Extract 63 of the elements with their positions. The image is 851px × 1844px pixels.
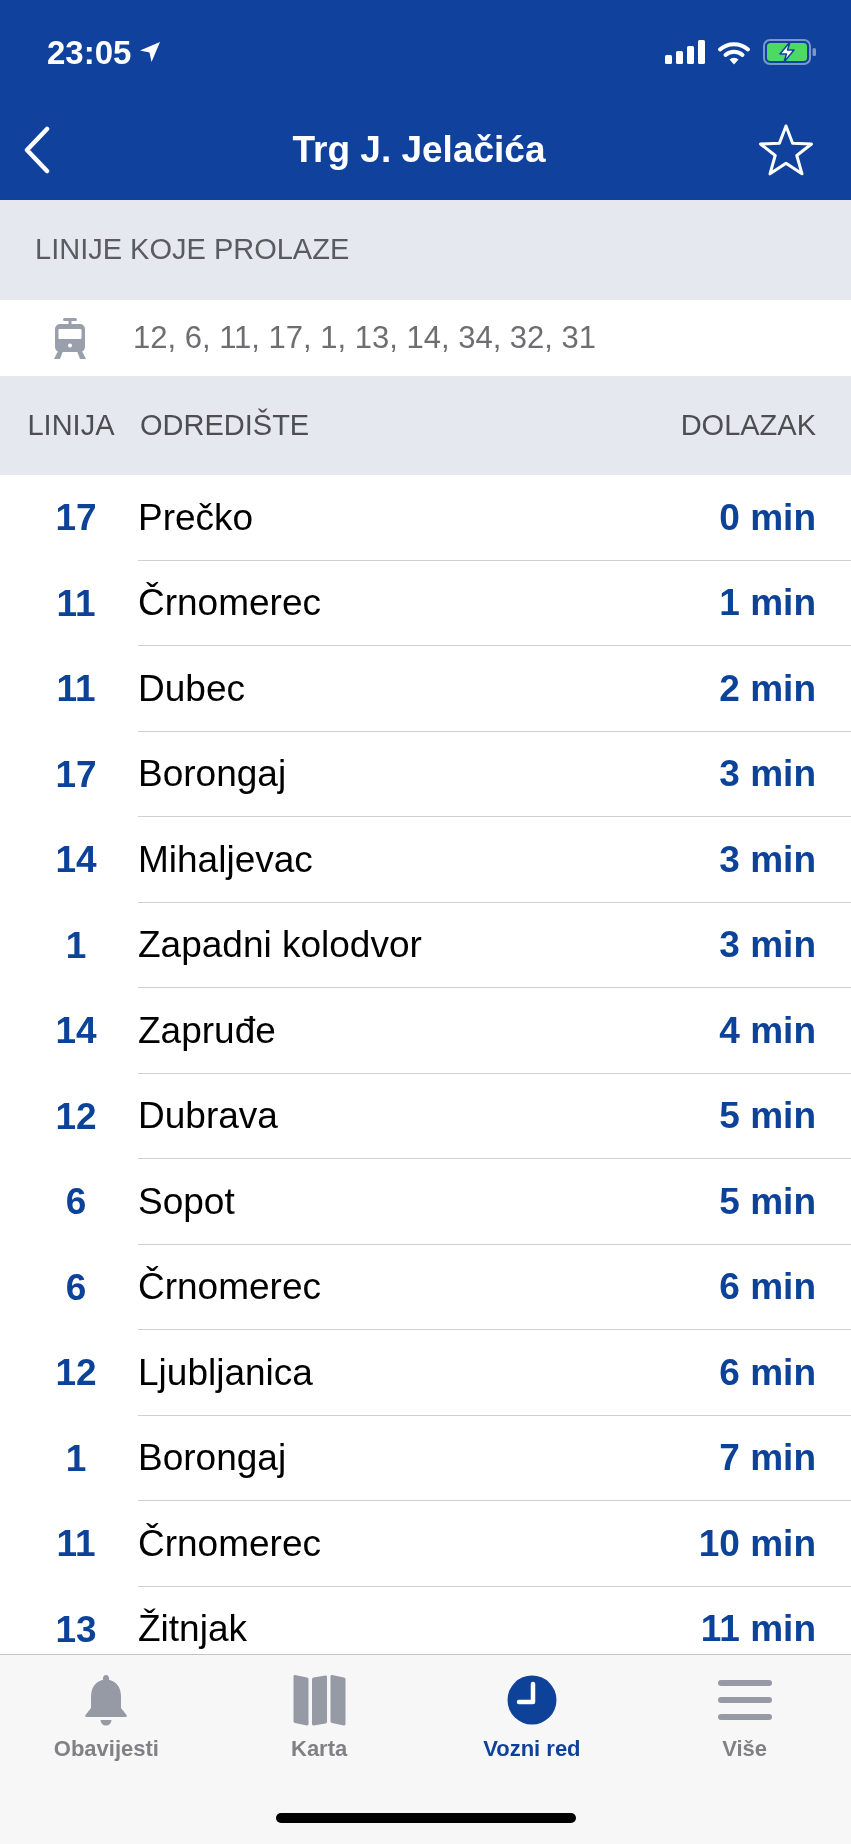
tab[interactable]: Karta <box>285 1655 354 1762</box>
menu-icon <box>717 1680 772 1720</box>
column-header: DOLAZAK <box>680 407 816 443</box>
tram-icon <box>54 317 86 359</box>
line-number: 6 <box>65 1183 87 1221</box>
arrival-time: 2 min <box>719 669 816 707</box>
destination: Borongaj <box>138 755 287 793</box>
map-icon <box>291 1673 347 1727</box>
tab[interactable]: Obavijesti <box>47 1655 165 1762</box>
arrival-time: 3 min <box>719 755 816 793</box>
line-number: 11 <box>56 584 96 622</box>
line-number: 17 <box>55 755 97 793</box>
arrival-time: 5 min <box>719 1182 816 1220</box>
line-number: 12 <box>55 1354 97 1392</box>
destination: Črnomerec <box>138 584 321 622</box>
arrival-time: 1 min <box>719 584 816 622</box>
destination: Ljubljanica <box>138 1353 313 1391</box>
destination: Mihaljevac <box>138 840 313 878</box>
line-number: 11 <box>56 1525 96 1563</box>
line-number: 11 <box>56 670 96 708</box>
back-chevron-icon[interactable] <box>23 126 51 174</box>
line-number: 1 <box>65 926 87 964</box>
arrival-time: 6 min <box>719 1268 816 1306</box>
destination: Dubec <box>138 669 245 707</box>
destination: Žitnjak <box>138 1610 247 1648</box>
favorite-star-icon[interactable] <box>757 122 815 178</box>
line-number: 12 <box>55 1097 97 1135</box>
destination: Zapruđe <box>138 1011 276 1049</box>
wifi-icon <box>717 39 751 65</box>
destination: Črnomerec <box>138 1524 321 1562</box>
destination: Zapadni kolodvor <box>138 926 422 964</box>
destination: Borongaj <box>138 1439 287 1477</box>
line-number: 14 <box>55 841 97 879</box>
arrival-time: 4 min <box>719 1011 816 1049</box>
arrival-time: 5 min <box>719 1097 816 1135</box>
clock-icon <box>506 1675 557 1725</box>
section-title: LINIJE KOJE PROLAZE <box>35 232 350 268</box>
destination: Dubrava <box>138 1097 278 1135</box>
arrival-time: 11 min <box>700 1610 816 1648</box>
arrival-time: 3 min <box>719 926 816 964</box>
battery-icon <box>763 39 817 65</box>
arrival-time: 10 min <box>698 1524 816 1562</box>
location-arrow-icon <box>139 41 162 63</box>
arrival-time: 6 min <box>719 1353 816 1391</box>
tab[interactable]: Više <box>711 1655 778 1762</box>
line-number: 1 <box>65 1439 87 1477</box>
status-time: 23:05 <box>47 35 132 69</box>
line-number: 17 <box>55 499 97 537</box>
line-number: 14 <box>55 1012 97 1050</box>
lines-list: 12, 6, 11, 17, 1, 13, 14, 34, 32, 31 <box>133 314 597 362</box>
arrival-time: 3 min <box>719 840 816 878</box>
tab[interactable]: Vozni red <box>477 1655 587 1762</box>
line-number: 13 <box>55 1610 97 1648</box>
column-header: ODREDIŠTE <box>140 407 310 443</box>
screen-title: Trg J. Jelačića <box>292 129 546 171</box>
destination: Sopot <box>138 1182 235 1220</box>
arrival-time: 0 min <box>719 498 816 536</box>
column-header: LINIJA <box>27 408 115 441</box>
arrival-time: 7 min <box>719 1439 816 1477</box>
destination: Prečko <box>138 498 254 536</box>
line-number: 6 <box>65 1268 87 1306</box>
signal-icon <box>665 40 705 64</box>
destination: Črnomerec <box>138 1268 321 1306</box>
